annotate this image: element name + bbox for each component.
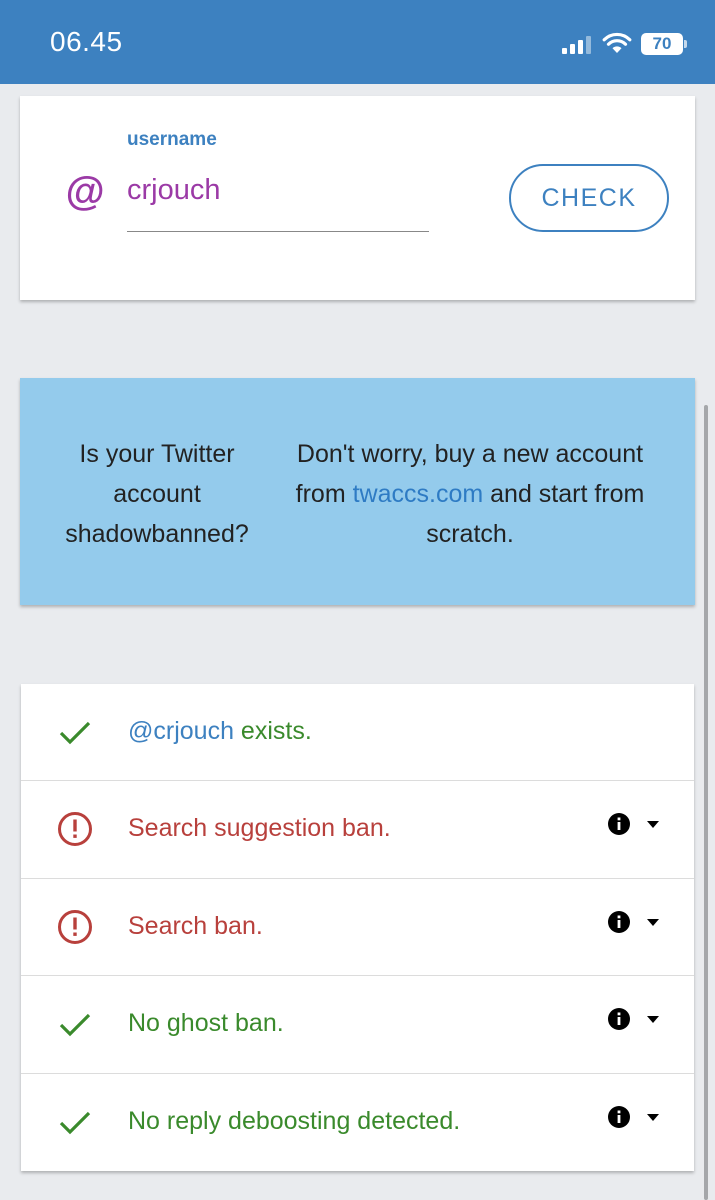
info-icon[interactable] <box>607 1105 631 1129</box>
info-icon[interactable] <box>607 812 631 836</box>
info-icon[interactable] <box>607 910 631 934</box>
alert-circle-icon <box>58 812 92 847</box>
caret-down-icon[interactable] <box>647 821 659 829</box>
wifi-icon <box>602 32 632 53</box>
battery-tip <box>684 40 687 48</box>
promo-offer: Don't worry, buy a new account from twac… <box>270 434 670 554</box>
status-bar: 06.45 70 <box>0 0 715 84</box>
result-row: @crjouch exists. <box>21 684 694 782</box>
alert-circle-icon <box>58 909 92 944</box>
result-row: Search ban. <box>21 879 694 977</box>
info-icon[interactable] <box>607 1007 631 1031</box>
check-icon <box>59 721 91 745</box>
caret-down-icon[interactable] <box>647 1113 659 1122</box>
result-message: Search ban. <box>128 911 263 940</box>
result-row: Search suggestion ban. <box>21 781 694 879</box>
username-label: username <box>127 129 217 150</box>
username-card: username @ CHECK <box>20 96 695 300</box>
result-message: exists. <box>233 717 312 745</box>
username-input[interactable] <box>127 168 429 232</box>
result-message: No ghost ban. <box>128 1009 284 1038</box>
result-details-toggle[interactable] <box>607 1007 663 1033</box>
result-text: @crjouch exists. <box>128 717 312 746</box>
caret-down-icon[interactable] <box>647 1016 659 1024</box>
caret-down-icon[interactable] <box>647 918 659 927</box>
twaccs-link[interactable]: twaccs.com <box>353 480 484 508</box>
at-sign-icon: @ <box>65 170 105 214</box>
promo-banner: Is your Twitter account shadowbanned? Do… <box>20 378 695 605</box>
result-row: No ghost ban. <box>21 976 694 1074</box>
check-button[interactable]: CHECK <box>509 164 669 232</box>
battery-level: 70 <box>641 33 683 55</box>
promo-question: Is your Twitter account shadowbanned? <box>65 440 249 548</box>
result-message: No reply deboosting detected. <box>128 1106 461 1135</box>
check-icon <box>59 1014 91 1037</box>
result-details-toggle[interactable] <box>607 910 663 936</box>
cellular-signal-icon <box>562 36 591 54</box>
battery-icon: 70 <box>641 33 687 55</box>
result-message: Search suggestion ban. <box>128 814 391 843</box>
result-handle: @crjouch <box>128 717 234 745</box>
scrollbar[interactable] <box>704 405 708 1200</box>
results-list: @crjouch exists. Search suggestion ban. … <box>21 684 694 1171</box>
status-time: 06.45 <box>50 26 123 57</box>
result-details-toggle[interactable] <box>607 812 663 838</box>
check-icon <box>59 1111 91 1134</box>
result-row: No reply deboosting detected. <box>21 1074 694 1171</box>
result-details-toggle[interactable] <box>607 1105 663 1131</box>
